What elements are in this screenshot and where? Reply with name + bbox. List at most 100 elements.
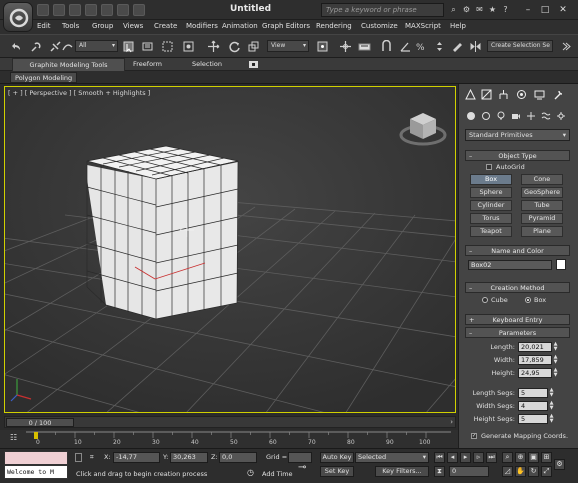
snaps-toggle-icon[interactable] <box>379 39 394 54</box>
maxscript-mini-listener-input[interactable] <box>4 451 68 465</box>
length-spinner[interactable]: ▲ ▼ <box>553 342 558 352</box>
angle-snap-toggle-icon[interactable] <box>398 39 413 54</box>
next-frame-icon[interactable]: › <box>450 418 453 426</box>
menu-views[interactable]: Views <box>123 22 143 30</box>
lights-icon[interactable] <box>495 110 506 121</box>
ribbon-minimize-icon[interactable]: ▪ <box>249 61 258 68</box>
minimize-icon[interactable]: – <box>521 3 535 17</box>
height-field[interactable]: 24,95 <box>518 368 552 378</box>
menu-modifiers[interactable]: Modifiers <box>186 22 218 30</box>
width-segs-spinner[interactable]: ▲ ▼ <box>549 401 554 411</box>
zoom-extents-all-icon[interactable]: ⊞ <box>541 452 552 463</box>
tab-selection[interactable]: Selection <box>192 60 222 68</box>
cylinder-button[interactable]: Cylinder <box>470 200 512 211</box>
menu-animation[interactable]: Animation <box>222 22 258 30</box>
undo-icon[interactable] <box>85 4 97 16</box>
toolbar-overflow-icon[interactable] <box>558 39 573 54</box>
y-coordinate-field[interactable]: 30,263 <box>170 452 208 463</box>
pyramid-button[interactable]: Pyramid <box>521 213 563 224</box>
space-warps-icon[interactable] <box>540 110 551 121</box>
length-field[interactable]: 20,021 <box>518 342 552 352</box>
sphere-button[interactable]: Sphere <box>470 187 512 198</box>
search-icon[interactable]: ⌕ <box>448 4 459 16</box>
auto-key-button[interactable]: Auto Key <box>320 452 354 463</box>
maximize-viewport-icon[interactable]: ⤢ <box>541 466 552 477</box>
length-segs-spinner[interactable]: ▲ ▼ <box>549 388 554 398</box>
cone-button[interactable]: Cone <box>521 174 563 185</box>
zoom-extents-icon[interactable]: ▣ <box>528 452 539 463</box>
hold-icon[interactable] <box>117 4 129 16</box>
parameters-rollout-header[interactable]: – Parameters <box>465 327 570 338</box>
teapot-button[interactable]: Teapot <box>470 226 512 237</box>
close-icon[interactable]: ✕ <box>556 3 570 17</box>
geometry-icon[interactable] <box>465 110 476 121</box>
named-selection-sets-dropdown[interactable]: Create Selection Se <box>487 40 553 52</box>
height-segs-spinner[interactable]: ▲ ▼ <box>549 414 554 424</box>
systems-icon[interactable] <box>555 110 566 121</box>
save-file-icon[interactable] <box>69 4 81 16</box>
z-coordinate-field[interactable]: 0,0 <box>219 452 257 463</box>
spinner-snap-toggle-icon[interactable] <box>432 39 447 54</box>
select-and-link-icon[interactable] <box>29 39 44 54</box>
display-tab-icon[interactable] <box>533 88 545 100</box>
mirror-icon[interactable] <box>468 39 483 54</box>
window-crossing-icon[interactable] <box>181 39 196 54</box>
torus-button[interactable]: Torus <box>470 213 512 224</box>
new-file-icon[interactable] <box>37 4 49 16</box>
redo-icon[interactable] <box>101 4 113 16</box>
object-name-field[interactable]: Box02 <box>468 260 552 270</box>
tube-button[interactable]: Tube <box>521 200 563 211</box>
menu-customize[interactable]: Customize <box>361 22 398 30</box>
keyboard-entry-rollout-header[interactable]: + Keyboard Entry <box>465 314 570 325</box>
length-segs-field[interactable]: 5 <box>518 388 548 398</box>
maxscript-mini-listener[interactable]: Welcome to M <box>4 465 68 479</box>
object-category-dropdown[interactable]: Standard Primitives ▾ <box>465 129 570 141</box>
menu-help[interactable]: Help <box>450 22 466 30</box>
selection-lock-icon[interactable] <box>75 453 82 462</box>
width-field[interactable]: 17,859 <box>518 355 552 365</box>
field-of-view-icon[interactable]: ◿ <box>502 466 513 477</box>
play-icon[interactable]: ▸ <box>460 452 471 463</box>
generate-mapping-checkbox[interactable]: ✓ <box>471 433 477 439</box>
menu-group[interactable]: Group <box>92 22 113 30</box>
curve-editor-icon[interactable]: ☷ <box>10 433 22 443</box>
menu-tools[interactable]: Tools <box>62 22 79 30</box>
menu-create[interactable]: Create <box>154 22 177 30</box>
pivot-center-icon[interactable] <box>315 39 330 54</box>
fetch-icon[interactable] <box>133 4 145 16</box>
set-key-button[interactable]: Set Key <box>320 466 354 477</box>
zoom-all-icon[interactable]: ⊕ <box>515 452 526 463</box>
box-button[interactable]: Box <box>470 174 512 185</box>
maximize-icon[interactable]: □ <box>538 3 552 17</box>
perspective-viewport[interactable]: [ + ] [ Perspective ] [ Smooth + Highlig… <box>4 86 456 413</box>
time-configuration-icon[interactable]: ⚙ <box>554 459 565 470</box>
select-and-scale-icon[interactable] <box>246 39 261 54</box>
create-tab-icon[interactable] <box>464 88 476 100</box>
width-segs-field[interactable]: 4 <box>518 401 548 411</box>
menu-maxscript[interactable]: MAXScript <box>405 22 441 30</box>
go-to-start-icon[interactable]: ⏮ <box>434 452 445 463</box>
application-button[interactable] <box>3 2 33 32</box>
tab-graphite-modeling-tools[interactable]: Graphite Modeling Tools <box>12 58 125 71</box>
object-type-rollout-header[interactable]: – Object Type <box>465 150 570 161</box>
open-file-icon[interactable] <box>53 4 65 16</box>
key-icon[interactable]: ⊸ <box>298 462 306 473</box>
go-to-end-icon[interactable]: ⏭ <box>486 452 497 463</box>
viewport-label-menu[interactable]: [ + ] [ Perspective ] [ Smooth + Highlig… <box>8 89 150 97</box>
height-segs-field[interactable]: 5 <box>518 414 548 424</box>
subscription-icon[interactable]: ⚙ <box>461 4 472 16</box>
motion-tab-icon[interactable] <box>515 88 527 100</box>
orbit-icon[interactable]: ↻ <box>528 466 539 477</box>
select-and-manipulate-icon[interactable] <box>338 39 353 54</box>
cameras-icon[interactable] <box>510 110 521 121</box>
name-and-color-rollout-header[interactable]: – Name and Color <box>465 245 570 256</box>
undo-icon[interactable] <box>8 39 23 54</box>
next-frame-icon[interactable]: ▹ <box>473 452 484 463</box>
geosphere-button[interactable]: GeoSphere <box>521 187 563 198</box>
menu-graph-editors[interactable]: Graph Editors <box>262 22 310 30</box>
select-and-rotate-icon[interactable] <box>227 39 242 54</box>
menu-rendering[interactable]: Rendering <box>316 22 352 30</box>
width-spinner[interactable]: ▲ ▼ <box>553 355 558 365</box>
add-time-tag-button[interactable]: Add Time <box>262 470 293 478</box>
key-mode-toggle-icon[interactable]: ⧗ <box>434 466 445 477</box>
